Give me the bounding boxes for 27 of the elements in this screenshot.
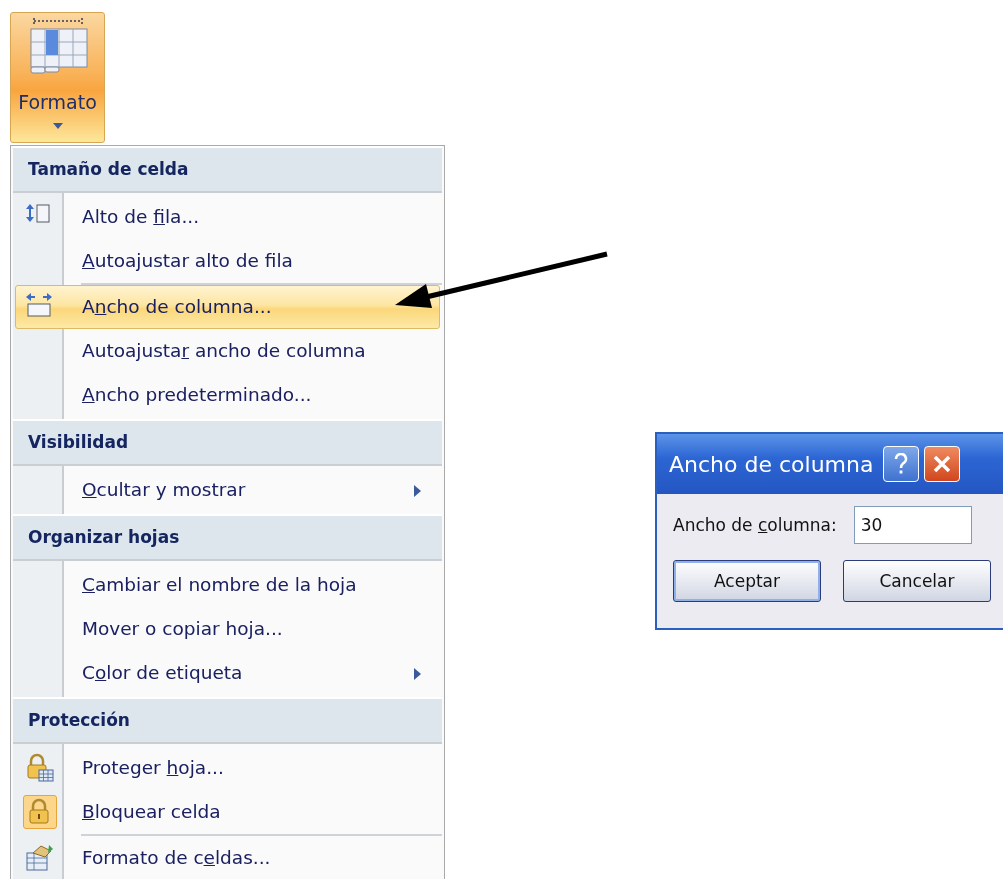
menu-section-header: Protección [13,696,442,744]
menu-item[interactable]: Mover o copiar hoja... [15,606,440,651]
field-label: Ancho de columna: [673,515,837,535]
menu-item[interactable]: Alto de fila... [15,194,440,239]
dialog-button[interactable]: Cancelar [843,560,991,602]
close-icon [933,455,952,473]
menu-item[interactable]: Proteger hoja... [15,745,440,790]
menu-item[interactable]: Autoajustar alto de fila [15,238,440,283]
menu-item[interactable]: Autoajustar ancho de columna [15,328,440,373]
menu-item[interactable]: Formato de celdas... [15,835,440,879]
menu-section-header: Visibilidad [13,418,442,466]
help-button[interactable] [883,446,920,482]
dropdown-arrow-icon [52,123,63,129]
format-button[interactable]: Formato [10,12,105,143]
menu-section-header: Tamaño de celda [13,145,442,193]
menu-item[interactable]: Color de etiqueta [15,650,440,695]
menu-item[interactable]: Ancho de columna... [15,284,440,329]
menu-item[interactable]: Bloquear celda [15,789,440,834]
menu-item[interactable]: Cambiar el nombre de la hoja [15,562,440,607]
window-title: Ancho de columna [669,451,874,477]
question-mark-icon [894,453,909,475]
input-field[interactable]: 30 [853,506,972,544]
close-button[interactable] [924,446,961,482]
menu-item[interactable]: Ancho predeterminado... [15,372,440,417]
menu-item[interactable]: Ocultar y mostrar [15,467,440,512]
dialog-button[interactable]: Aceptar [673,560,821,602]
menu-section-header: Organizar hojas [13,513,442,561]
